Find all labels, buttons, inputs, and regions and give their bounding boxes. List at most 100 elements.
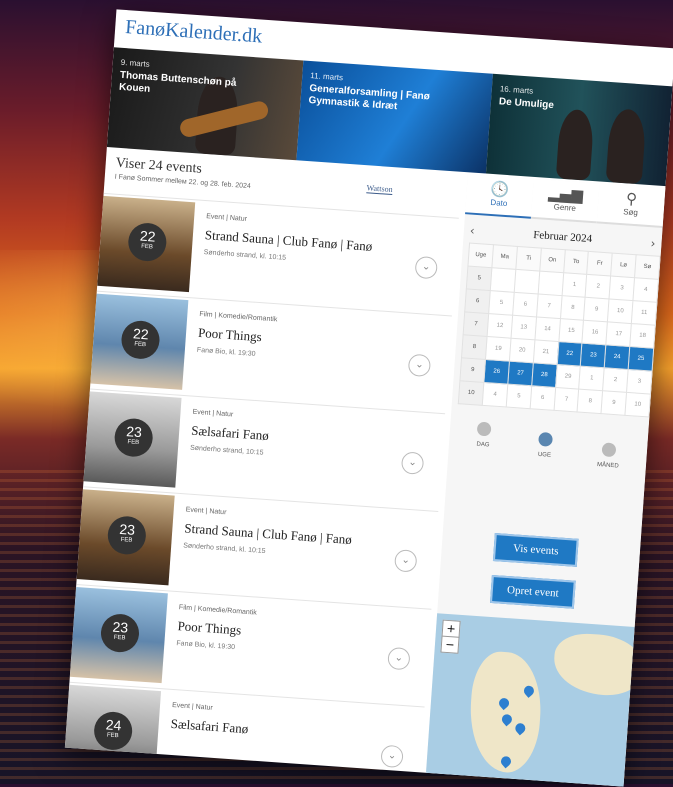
banner-date: 11. marts (310, 71, 344, 83)
calendar-day[interactable]: 18 (629, 323, 656, 349)
calendar-day[interactable]: 1 (579, 366, 605, 391)
calendar-day[interactable]: 3 (609, 276, 635, 301)
expand-chevron-icon[interactable]: ⌄ (400, 451, 425, 475)
event-thumbnail[interactable]: 23 FEB (83, 391, 182, 488)
event-title[interactable]: Poor Things (198, 325, 263, 345)
banner-slide[interactable]: 9. marts Thomas Buttenschøn på Kouen (106, 47, 304, 161)
calendar-day[interactable]: 1 (561, 272, 588, 298)
calendar-day[interactable]: 7 (536, 293, 562, 319)
bars-icon: ▂▄▆ (547, 183, 584, 205)
date-badge: 22 FEB (120, 319, 161, 361)
calendar-day[interactable]: 22 (556, 341, 583, 367)
calendar-day[interactable]: 6 (512, 292, 538, 317)
calendar-day[interactable]: 12 (487, 313, 513, 339)
event-thumbnail[interactable]: 22 FEB (90, 293, 189, 390)
date-badge: 23 FEB (113, 417, 154, 458)
radio-dot[interactable] (476, 421, 492, 437)
calendar-day[interactable]: 5 (488, 290, 515, 316)
calendar-day[interactable]: 14 (534, 316, 561, 342)
calendar-week-number[interactable]: 8 (461, 334, 488, 360)
zoom-out-button[interactable]: − (441, 635, 459, 653)
tab-label: Søg (622, 207, 639, 218)
calendar-day[interactable]: 9 (601, 390, 627, 416)
calendar-day[interactable]: 5 (506, 384, 532, 409)
event-title[interactable]: Poor Things (177, 618, 242, 638)
calendar-day[interactable]: 9 (583, 297, 610, 322)
calendar-week-number[interactable]: 6 (464, 288, 491, 314)
calendar-day[interactable]: 2 (585, 274, 611, 299)
radio-dot[interactable] (601, 442, 617, 458)
calendar-day[interactable]: 11 (631, 300, 657, 326)
calendar-day[interactable]: 8 (560, 295, 586, 321)
calendar-day[interactable]: 4 (633, 277, 659, 303)
date-month: FEB (106, 732, 119, 740)
banner-slide[interactable]: 11. marts Generalforsamling | Fanø Gymna… (296, 60, 493, 174)
zoom-in-button[interactable]: + (443, 621, 460, 637)
calendar-day[interactable]: 26 (483, 359, 510, 385)
calendar-day[interactable]: 4 (482, 382, 508, 408)
expand-chevron-icon[interactable]: ⌄ (407, 353, 432, 378)
expand-chevron-icon[interactable]: ⌄ (380, 744, 404, 769)
calendar-day[interactable]: 13 (511, 315, 537, 340)
event-map[interactable]: + − (425, 613, 635, 787)
create-event-button[interactable]: Opret event (490, 574, 576, 609)
event-thumbnail[interactable]: 23 FEB (76, 489, 175, 586)
tab-genre[interactable]: ▂▄▆ Genre (530, 178, 600, 224)
calendar-day[interactable]: 19 (485, 336, 512, 362)
calendar-day[interactable]: 17 (606, 321, 632, 347)
calendar-day[interactable]: 24 (604, 344, 630, 370)
tab-sog[interactable]: ⚲ Søg (596, 183, 666, 228)
expand-chevron-icon[interactable]: ⌄ (387, 646, 411, 671)
calendar-day[interactable]: 21 (533, 339, 559, 365)
tab-dato[interactable]: 🕓 Dato (465, 174, 534, 219)
calendar-day[interactable]: 29 (555, 364, 581, 390)
tab-label: Genre (553, 202, 577, 213)
sponsor-logo[interactable]: Wattson (366, 183, 393, 196)
calendar-day[interactable]: 10 (607, 298, 634, 324)
calendar-day[interactable]: 7 (553, 387, 580, 413)
calendar-weekday-header: To (563, 249, 589, 275)
event-category: Film | Komedie/Romantik (178, 604, 258, 617)
event-title[interactable]: Sælsafari Fanø (191, 423, 269, 444)
expand-chevron-icon[interactable]: ⌄ (414, 255, 438, 280)
calendar-day[interactable]: 25 (628, 346, 654, 372)
calendar-grid: Uge Ma Ti On To Fr Lø Sø 5 1 2 3 4 6 5 6 7 8 9 10 11 7 12 13 14 1… (458, 243, 661, 418)
calendar-day[interactable]: 28 (531, 362, 557, 388)
event-category: Film | Komedie/Romantik (199, 310, 278, 324)
calendar-day[interactable]: 15 (558, 318, 584, 344)
banner-slide[interactable]: 16. marts De Umulige (485, 73, 673, 187)
calendar-week-number[interactable]: 7 (463, 311, 489, 337)
calendar-day[interactable]: 8 (577, 389, 603, 414)
expand-chevron-icon[interactable]: ⌄ (393, 549, 418, 573)
site-logo[interactable]: FanøKalender.dk (124, 16, 263, 49)
mode-day[interactable]: DAG (463, 421, 505, 450)
event-title[interactable]: Sælsafari Fanø (170, 716, 248, 737)
calendar-week-number[interactable]: 9 (459, 357, 486, 383)
event-thumbnail[interactable]: 22 FEB (97, 195, 196, 293)
calendar-weekday-header: Fr (587, 251, 613, 277)
calendar-day[interactable]: 20 (509, 338, 535, 363)
show-events-button[interactable]: Vis events (492, 533, 579, 567)
event-category: Event | Natur (206, 213, 248, 223)
next-month-button[interactable]: › (650, 236, 656, 250)
radio-dot[interactable] (538, 431, 554, 447)
banner-date: 9. marts (120, 57, 150, 69)
calendar-weekday-header: Sø (634, 254, 661, 280)
calendar-day[interactable]: 2 (602, 367, 629, 393)
calendar-day[interactable] (490, 267, 516, 293)
calendar-day[interactable]: 16 (582, 320, 608, 345)
event-thumbnail[interactable]: 23 FEB (69, 586, 168, 684)
calendar-day[interactable]: 6 (529, 385, 556, 411)
calendar-week-number[interactable]: 10 (458, 380, 484, 406)
calendar-day[interactable] (514, 269, 540, 294)
calendar-weekday-header: Ti (515, 246, 542, 272)
calendar-week-number[interactable]: 5 (466, 266, 493, 291)
calendar-day[interactable]: 23 (580, 343, 607, 368)
date-month: FEB (120, 536, 133, 544)
mode-week[interactable]: UGE (524, 431, 566, 460)
calendar-day[interactable]: 3 (626, 369, 653, 395)
calendar-day[interactable]: 27 (507, 361, 534, 386)
calendar-day[interactable] (537, 271, 564, 296)
calendar-day[interactable]: 10 (624, 392, 651, 417)
mode-month[interactable]: MÅNED (588, 441, 630, 470)
